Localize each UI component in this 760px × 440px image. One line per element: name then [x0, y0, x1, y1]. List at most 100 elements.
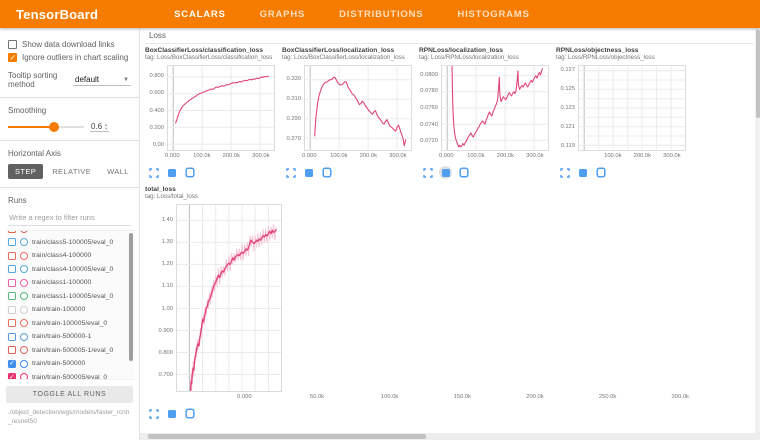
- pin-chart-icon[interactable]: [183, 407, 196, 420]
- runs-list: train/class5-100000 train/class5-100005/e…: [6, 230, 135, 380]
- run-name[interactable]: train/class5-100005/eval_0: [32, 239, 113, 246]
- smoothing-value-box[interactable]: 0.6 ▲▼: [90, 122, 109, 132]
- expand-chart-icon[interactable]: [147, 407, 160, 420]
- app-header: TensorBoard SCALARSGRAPHSDISTRIBUTIONSHI…: [0, 0, 760, 28]
- y-tick-label: 0.125: [560, 86, 575, 92]
- run-isolator-icon[interactable]: [20, 360, 28, 368]
- pin-chart-icon[interactable]: [183, 166, 196, 179]
- y-axis-labels: 0.000.2000.4000.6000.800: [145, 65, 167, 151]
- x-tick-label: 0.000: [302, 153, 317, 159]
- fit-domain-icon[interactable]: [576, 166, 589, 179]
- run-isolator-icon[interactable]: [20, 346, 28, 354]
- run-name[interactable]: train/train-500005/eval_0: [32, 374, 107, 380]
- fit-domain-icon[interactable]: [302, 166, 315, 179]
- y-tick-label: 0.0760: [420, 105, 438, 111]
- main-nav: SCALARS GRAPHS DISTRIBUTIONS HISTOGRAMS: [172, 3, 532, 26]
- run-name[interactable]: train/class5-100000: [32, 230, 91, 232]
- axis-wall-button[interactable]: WALL: [100, 164, 136, 179]
- run-name[interactable]: train/train-500005-1/eval_0: [32, 347, 113, 354]
- smoothing-slider[interactable]: [8, 126, 84, 128]
- tab-graphs[interactable]: GRAPHS: [258, 3, 307, 26]
- expand-chart-icon[interactable]: [558, 166, 571, 179]
- axis-step-button[interactable]: STEP: [8, 164, 43, 179]
- run-name[interactable]: train/class4-100000: [32, 252, 91, 259]
- run-row: train/class5-100005/eval_0: [8, 236, 125, 250]
- run-checkbox[interactable]: [8, 306, 16, 314]
- pin-chart-icon[interactable]: [457, 166, 470, 179]
- axis-relative-button[interactable]: RELATIVE: [45, 164, 98, 179]
- run-name[interactable]: train/class1-100005/eval_0: [32, 293, 113, 300]
- ignore-outliers-checkbox[interactable]: [8, 53, 17, 62]
- show-download-links-checkbox[interactable]: [8, 40, 17, 49]
- run-name[interactable]: train/class4-100005/eval_0: [32, 266, 113, 273]
- toggle-all-runs-button[interactable]: TOGGLE ALL RUNS: [6, 386, 133, 403]
- run-isolator-icon[interactable]: [20, 230, 28, 233]
- run-isolator-icon[interactable]: [20, 306, 28, 314]
- run-checkbox[interactable]: [8, 319, 16, 327]
- run-name[interactable]: train/train-500000: [32, 360, 85, 367]
- run-checkbox[interactable]: [8, 265, 16, 273]
- plot-area[interactable]: [578, 65, 686, 151]
- tab-scalars[interactable]: SCALARS: [172, 3, 228, 26]
- show-download-links-label: Show data download links: [22, 40, 115, 49]
- ignore-outliers-row: Ignore outliers in chart scaling: [8, 53, 131, 62]
- run-isolator-icon[interactable]: [20, 238, 28, 246]
- run-checkbox[interactable]: [8, 373, 16, 380]
- run-checkbox[interactable]: [8, 230, 16, 233]
- page-vertical-scrollbar[interactable]: [755, 28, 760, 433]
- x-tick-label: 300.0k: [389, 153, 406, 159]
- run-isolator-icon[interactable]: [20, 373, 28, 380]
- tooltip-sorting-dropdown[interactable]: default ▼: [73, 74, 131, 86]
- fit-domain-icon[interactable]: [165, 166, 178, 179]
- runs-scrollbar-thumb[interactable]: [129, 233, 133, 361]
- y-tick-label: 1.30: [162, 239, 173, 245]
- horizontal-scrollbar-thumb[interactable]: [148, 434, 426, 439]
- loss-section-header[interactable]: Loss: [145, 28, 754, 44]
- run-isolator-icon[interactable]: [20, 252, 28, 260]
- tooltip-sorting-label: Tooltip sorting method: [8, 71, 68, 89]
- run-checkbox[interactable]: [8, 279, 16, 287]
- plot-area[interactable]: [167, 65, 275, 151]
- run-name[interactable]: train/train-500000-1: [32, 333, 91, 340]
- x-tick-label: 50.0k: [310, 394, 324, 400]
- expand-chart-icon[interactable]: [421, 166, 434, 179]
- y-axis-labels: 0.07200.07400.07600.07800.0800: [419, 65, 441, 151]
- tab-distributions[interactable]: DISTRIBUTIONS: [337, 3, 425, 26]
- run-name[interactable]: train/train-100005/eval_0: [32, 320, 107, 327]
- pin-chart-icon[interactable]: [320, 166, 333, 179]
- slider-thumb-icon[interactable]: [49, 122, 59, 132]
- x-axis-labels: 0.000100.0k200.0k300.0k: [441, 153, 549, 162]
- run-isolator-icon[interactable]: [20, 333, 28, 341]
- run-name[interactable]: train/class1-100000: [32, 279, 91, 286]
- expand-chart-icon[interactable]: [147, 166, 160, 179]
- tooltip-sorting-row: Tooltip sorting method default ▼: [8, 71, 131, 89]
- pin-chart-icon[interactable]: [594, 166, 607, 179]
- chart-tag: tag: Loss/BoxClassifierLoss/localization…: [282, 54, 419, 61]
- run-row: train/train-500005-1/eval_0: [8, 344, 125, 358]
- fit-domain-icon[interactable]: [439, 166, 452, 179]
- vertical-scrollbar-thumb[interactable]: [756, 30, 760, 118]
- plot-area[interactable]: [176, 204, 282, 392]
- run-checkbox[interactable]: [8, 360, 16, 368]
- page-horizontal-scrollbar[interactable]: [140, 433, 760, 440]
- spinner-arrows-icon[interactable]: ▲▼: [104, 123, 108, 131]
- run-checkbox[interactable]: [8, 238, 16, 246]
- run-isolator-icon[interactable]: [20, 292, 28, 300]
- plot-area[interactable]: [304, 65, 412, 151]
- run-isolator-icon[interactable]: [20, 265, 28, 273]
- runs-filter-input[interactable]: [8, 210, 131, 226]
- expand-chart-icon[interactable]: [284, 166, 297, 179]
- run-checkbox[interactable]: [8, 333, 16, 341]
- y-axis-labels: 0.2700.2900.3100.330: [282, 65, 304, 151]
- log-directory-path: ./object_detection/wgs/models/faster_rcn…: [8, 409, 131, 427]
- plot-area[interactable]: [441, 65, 549, 151]
- run-isolator-icon[interactable]: [20, 279, 28, 287]
- fit-domain-icon[interactable]: [165, 407, 178, 420]
- run-checkbox[interactable]: [8, 252, 16, 260]
- run-name[interactable]: train/train-100000: [32, 306, 85, 313]
- run-row: train/class1-100000: [8, 276, 125, 290]
- run-checkbox[interactable]: [8, 346, 16, 354]
- run-isolator-icon[interactable]: [20, 319, 28, 327]
- run-checkbox[interactable]: [8, 292, 16, 300]
- tab-histograms[interactable]: HISTOGRAMS: [455, 3, 531, 26]
